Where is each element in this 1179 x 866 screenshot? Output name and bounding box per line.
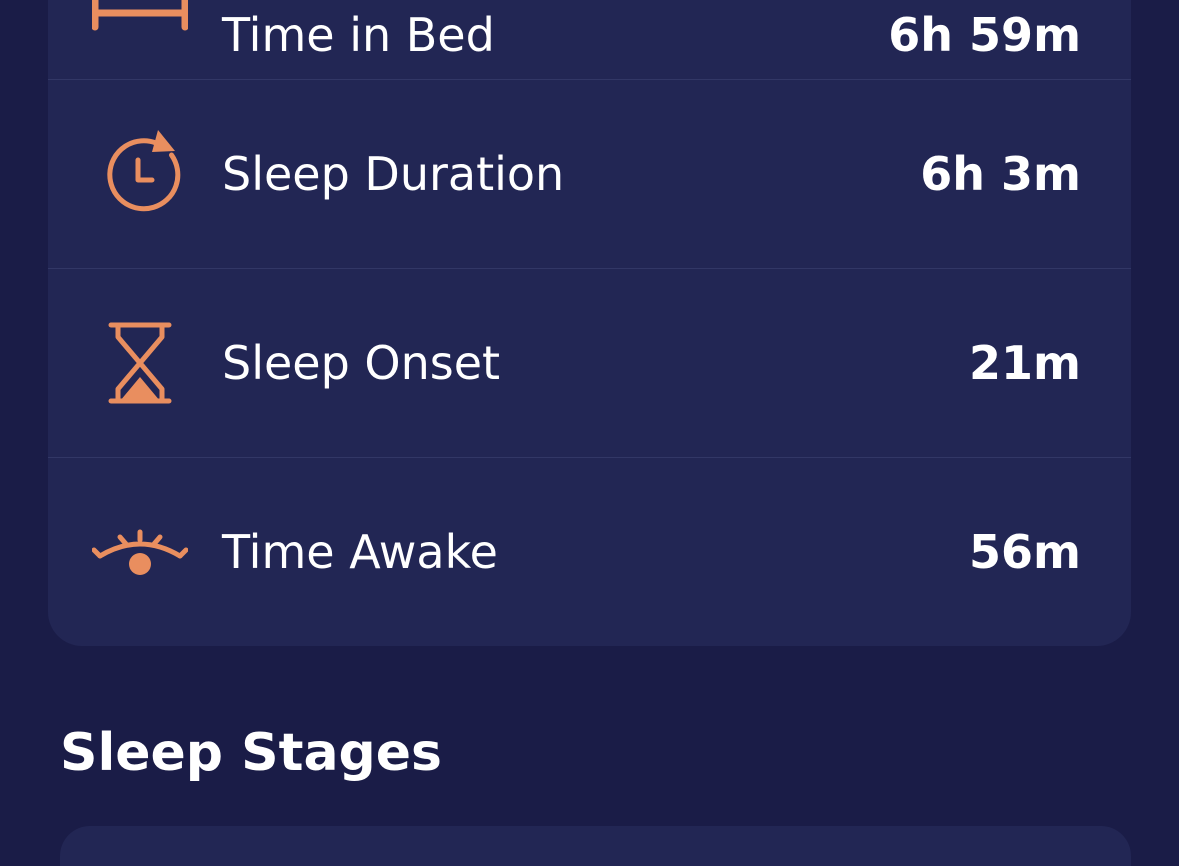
bed-icon	[92, 0, 188, 83]
metric-value: 6h 3m	[920, 147, 1081, 201]
metric-row-sleep-onset[interactable]: Sleep Onset 21m	[48, 268, 1131, 457]
metric-value: 21m	[969, 336, 1081, 390]
metric-row-time-awake[interactable]: Time Awake 56m	[48, 457, 1131, 646]
clock-refresh-icon	[92, 126, 188, 222]
metric-label: Time in Bed	[222, 7, 495, 62]
metric-value: 56m	[969, 525, 1081, 579]
metric-value: 6h 59m	[888, 7, 1081, 62]
metric-label: Time Awake	[222, 525, 498, 579]
sleep-metrics-card: Time in Bed 6h 59m Sleep Duration 6h 3m …	[48, 0, 1131, 646]
sleep-stages-heading: Sleep Stages	[60, 723, 442, 783]
hourglass-icon	[92, 315, 188, 411]
eye-awake-icon	[92, 504, 188, 600]
metric-label: Sleep Duration	[222, 147, 565, 201]
metric-label: Sleep Onset	[222, 336, 501, 390]
sleep-stages-card	[60, 826, 1131, 866]
metric-row-sleep-duration[interactable]: Sleep Duration 6h 3m	[48, 79, 1131, 268]
